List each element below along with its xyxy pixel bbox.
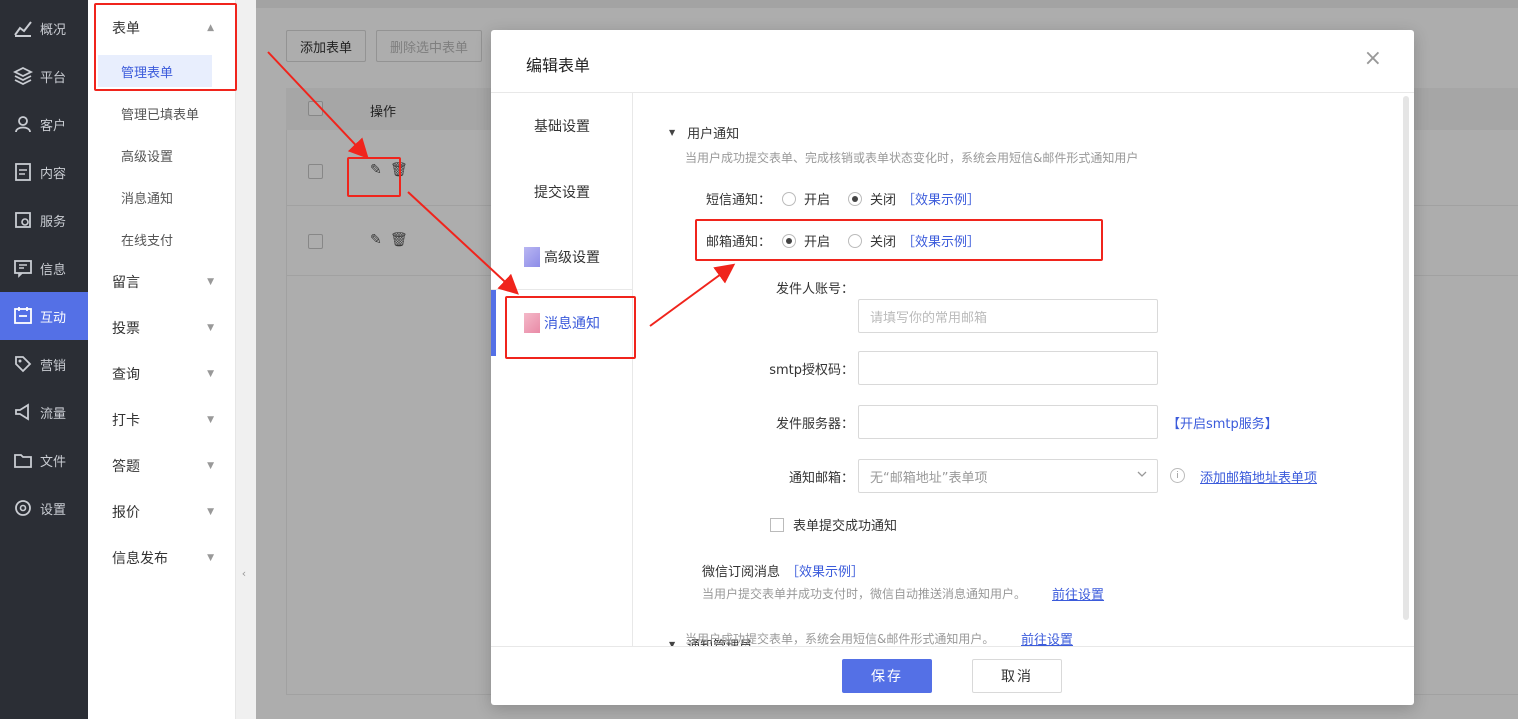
subnav-group-quiz[interactable]: 答题 ▼ xyxy=(88,448,236,484)
wechat-example-link[interactable]: ［效果示例］ xyxy=(786,561,864,580)
subnav-item-manage-filled[interactable]: 管理已填表单 xyxy=(98,97,212,129)
chevron-left-icon: ‹ xyxy=(241,566,247,580)
wechat-goto-settings-link[interactable]: 前往设置 xyxy=(1052,584,1104,603)
caret-down-icon: ▼ xyxy=(207,277,214,287)
notify-email-label: 通知邮箱： xyxy=(788,471,854,486)
secondary-sidebar: 表单 ▲ 管理表单 管理已填表单 高级设置 消息通知 在线支付 留言 ▼ 投票 ▼ … xyxy=(88,0,236,719)
info-icon[interactable]: i xyxy=(1170,468,1185,483)
blurred-icon xyxy=(524,247,540,267)
smtp-code-input[interactable] xyxy=(858,351,1158,385)
modal-tabs: 基础设置 提交设置 高级设置 消息通知 xyxy=(491,93,633,646)
admin-notify-description: 当用户成功提交表单，系统会用短信&邮件形式通知用户。 xyxy=(685,632,995,646)
subnav-group-quote[interactable]: 报价 ▼ xyxy=(88,494,236,530)
caret-down-icon: ▼ xyxy=(207,323,214,333)
modal-title: 编辑表单 xyxy=(526,56,591,75)
message-icon xyxy=(12,257,34,279)
gear-icon xyxy=(12,497,34,519)
subnav-group-guestbook[interactable]: 留言 ▼ xyxy=(88,264,236,300)
subnav-group-vote[interactable]: 投票 ▼ xyxy=(88,310,236,346)
enable-smtp-link[interactable]: 【开启smtp服务】 xyxy=(1167,413,1278,432)
sms-on-radio[interactable]: 开启 xyxy=(782,189,830,208)
caret-down-icon: ▼ xyxy=(207,553,214,563)
caret-down-icon: ▼ xyxy=(207,461,214,471)
annotation-box-notify-tab xyxy=(505,296,636,359)
section-description: 当用户成功提交表单、完成核销或表单状态变化时，系统会用短信&邮件形式通知用户 xyxy=(685,151,1139,165)
annotation-box-edit-icon xyxy=(347,157,401,197)
send-server-label: 发件服务器： xyxy=(775,417,854,432)
subnav-group-publish[interactable]: 信息发布 ▼ xyxy=(88,540,236,576)
nav-item-message[interactable]: 信息 xyxy=(0,244,88,292)
nav-item-files[interactable]: 文件 xyxy=(0,436,88,484)
smtp-code-label: smtp授权码： xyxy=(769,363,854,378)
sender-account-label: 发件人账号： xyxy=(775,282,854,297)
sidebar-collapse-handle[interactable]: ‹ xyxy=(236,545,252,601)
chart-trend-icon xyxy=(12,17,34,39)
subnav-item-advanced[interactable]: 高级设置 xyxy=(98,139,212,171)
subnav-group-checkin[interactable]: 打卡 ▼ xyxy=(88,402,236,438)
tag-icon xyxy=(12,353,34,375)
primary-nav: 概况 平台 客户 内容 服务 信息 互动 营销 流量 文件 设置 xyxy=(0,0,88,719)
subnav-item-payment[interactable]: 在线支付 xyxy=(98,223,212,255)
annotation-box-form-menu xyxy=(94,3,237,91)
nav-item-marketing[interactable]: 营销 xyxy=(0,340,88,388)
nav-item-customer[interactable]: 客户 xyxy=(0,100,88,148)
wechat-description: 当用户提交表单并成功支付时，微信自动推送消息通知用户。 xyxy=(702,587,1027,601)
notify-email-select[interactable]: 无“邮箱地址”表单项 xyxy=(858,459,1158,493)
cancel-button[interactable]: 取消 xyxy=(972,659,1062,693)
wechat-subscribe-title: 微信订阅消息 xyxy=(702,565,781,580)
subnav-group-query[interactable]: 查询 ▼ xyxy=(88,356,236,392)
service-icon xyxy=(12,209,34,231)
triangle-down-icon: ▼ xyxy=(669,128,676,137)
section-user-notify[interactable]: ▼ 用户通知 xyxy=(669,123,739,142)
sender-account-input[interactable]: 请填写你的常用邮箱 xyxy=(858,299,1158,333)
megaphone-icon xyxy=(12,401,34,423)
caret-down-icon: ▼ xyxy=(207,415,214,425)
modal-content: ▼ 用户通知 当用户成功提交表单、完成核销或表单状态变化时，系统会用短信&邮件形… xyxy=(634,93,1394,646)
nav-item-platform[interactable]: 平台 xyxy=(0,52,88,100)
nav-item-content[interactable]: 内容 xyxy=(0,148,88,196)
divider xyxy=(491,646,1414,647)
user-icon xyxy=(12,113,34,135)
caret-down-icon: ▼ xyxy=(207,369,214,379)
nav-item-overview[interactable]: 概况 xyxy=(0,4,88,52)
nav-item-traffic[interactable]: 流量 xyxy=(0,388,88,436)
send-server-input[interactable] xyxy=(858,405,1158,439)
nav-item-interaction[interactable]: 互动 xyxy=(0,292,88,340)
tab-advanced-settings[interactable]: 高级设置 xyxy=(491,224,633,290)
save-button[interactable]: 保存 xyxy=(842,659,932,693)
chevron-down-icon xyxy=(1137,471,1147,477)
edit-form-modal: 编辑表单 × 基础设置 提交设置 高级设置 消息通知 ▼ 用户通知 当用户成功提… xyxy=(491,30,1414,705)
nav-item-service[interactable]: 服务 xyxy=(0,196,88,244)
interaction-icon xyxy=(12,305,34,327)
close-icon[interactable]: × xyxy=(1364,46,1382,71)
folder-icon xyxy=(12,449,34,471)
add-email-field-link[interactable]: 添加邮箱地址表单项 xyxy=(1200,467,1317,486)
sms-example-link[interactable]: ［效果示例］ xyxy=(902,189,980,208)
tab-basic-settings[interactable]: 基础设置 xyxy=(491,93,633,159)
document-icon xyxy=(12,161,34,183)
content-scrollbar[interactable] xyxy=(1403,96,1409,620)
sms-off-radio[interactable]: 关闭 xyxy=(848,189,896,208)
nav-item-settings[interactable]: 设置 xyxy=(0,484,88,532)
layers-icon xyxy=(12,65,34,87)
tab-submit-settings[interactable]: 提交设置 xyxy=(491,159,633,225)
subnav-item-notification[interactable]: 消息通知 xyxy=(98,181,212,213)
annotation-box-email-notify xyxy=(695,219,1103,261)
caret-down-icon: ▼ xyxy=(207,507,214,517)
submit-success-checkbox[interactable]: 表单提交成功通知 xyxy=(770,515,897,534)
sms-notify-label: 短信通知： xyxy=(705,193,771,208)
